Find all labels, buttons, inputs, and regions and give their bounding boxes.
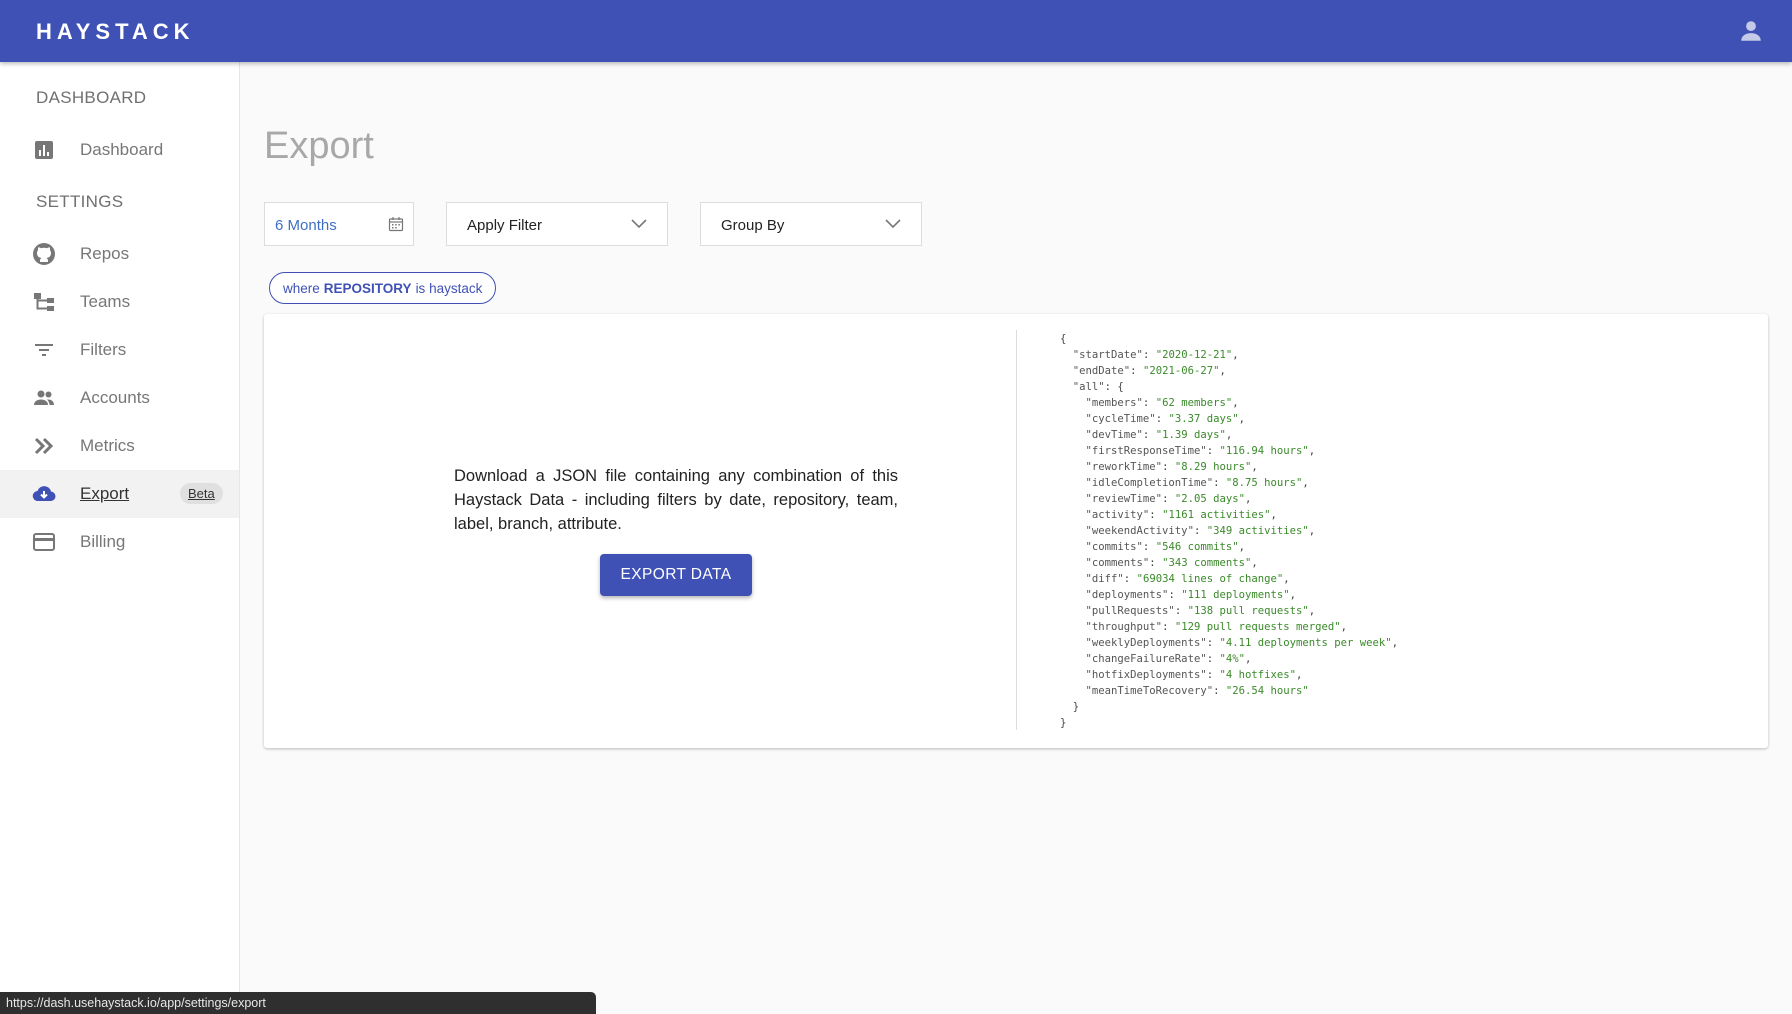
group-by-select[interactable]: Group By	[700, 202, 922, 246]
json-preview: { "startDate": "2020-12-21", "endDate": …	[1060, 331, 1398, 731]
sidebar-item-export[interactable]: Export Beta	[0, 470, 239, 518]
json-key-line: "pullRequests": "138 pull requests",	[1085, 605, 1316, 617]
json-key-line: "firstResponseTime": "116.94 hours",	[1085, 445, 1316, 457]
sidebar-item-accounts[interactable]: Accounts	[0, 374, 239, 422]
cloud-download-icon	[32, 482, 56, 506]
filter-chip-prefix: where	[283, 280, 320, 296]
export-description: Download a JSON file containing any comb…	[454, 467, 898, 533]
json-key-line: "commits": "546 commits",	[1085, 541, 1245, 553]
sidebar-section-dashboard: DASHBOARD	[36, 88, 147, 107]
sidebar-item-dashboard[interactable]: Dashboard	[0, 126, 239, 174]
beta-badge: Beta	[180, 483, 223, 504]
sidebar-item-label: Dashboard	[80, 140, 164, 159]
credit-card-icon	[32, 530, 56, 554]
json-key-line: "startDate": "2020-12-21",	[1072, 349, 1239, 361]
sidebar-section-settings: SETTINGS	[36, 192, 124, 211]
json-key-line: "cycleTime": "3.37 days",	[1085, 413, 1246, 425]
date-range-picker[interactable]: 6 Months	[264, 202, 414, 246]
filter-chip-field: REPOSITORY	[323, 280, 412, 296]
sidebar-item-label: Repos	[80, 244, 130, 263]
sidebar-item-teams[interactable]: Teams	[0, 278, 239, 326]
json-key-line: "changeFailureRate": "4%",	[1085, 653, 1252, 665]
json-open-line: {	[1060, 333, 1067, 345]
json-key-line: "meanTimeToRecovery": "26.54 hours"	[1085, 685, 1309, 697]
sidebar-item-label: Metrics	[80, 436, 135, 455]
sidebar-item-billing[interactable]: Billing	[0, 518, 239, 566]
json-key-line: "idleCompletionTime": "8.75 hours",	[1085, 477, 1309, 489]
apply-filter-select[interactable]: Apply Filter	[446, 202, 668, 246]
date-range-value: 6 Months	[275, 217, 337, 234]
group-by-label: Group By	[721, 217, 785, 234]
json-close-line: }	[1072, 701, 1080, 713]
json-key-line: "activity": "1161 activities",	[1085, 509, 1277, 521]
json-key-line: "deployments": "111 deployments",	[1085, 589, 1297, 601]
sidebar-item-label: Accounts	[80, 388, 150, 407]
sidebar-item-filters[interactable]: Filters	[0, 326, 239, 374]
sidebar: DASHBOARD Dashboard SETTINGS Repos Teams…	[0, 62, 240, 1014]
user-icon[interactable]	[1738, 18, 1764, 44]
sidebar-item-label: Export	[80, 484, 130, 503]
sidebar-item-label: Filters	[80, 340, 127, 359]
json-key-line: "reworkTime": "8.29 hours",	[1085, 461, 1258, 473]
sidebar-item-label: Teams	[80, 292, 131, 311]
hierarchy-icon	[32, 290, 56, 314]
chevron-down-icon	[631, 219, 647, 229]
sidebar-item-label: Billing	[80, 532, 126, 551]
top-app-bar: HAYSTACK	[0, 0, 1792, 62]
bar-chart-icon	[32, 138, 56, 162]
json-key-line: "weeklyDeployments": "4.11 deployments p…	[1085, 637, 1399, 649]
json-key-line: "members": "62 members",	[1085, 397, 1239, 409]
page-title: Export	[264, 125, 374, 167]
json-key-line: "all": {	[1072, 381, 1124, 393]
filter-icon	[32, 338, 56, 362]
json-key-line: "weekendActivity": "349 activities",	[1085, 525, 1316, 537]
filter-chip-suffix: is haystack	[415, 280, 483, 296]
card-divider	[1016, 330, 1017, 730]
json-key-line: "comments": "343 comments",	[1085, 557, 1258, 569]
double-chevron-icon	[32, 434, 56, 458]
calendar-icon[interactable]	[388, 216, 404, 232]
export-card: Download a JSON file containing any comb…	[264, 314, 1768, 748]
json-close-line: }	[1060, 717, 1067, 729]
haystack-logo[interactable]: HAYSTACK	[36, 19, 195, 45]
sidebar-item-repos[interactable]: Repos	[0, 230, 239, 278]
sidebar-item-metrics[interactable]: Metrics	[0, 422, 239, 470]
json-key-line: "throughput": "129 pull requests merged"…	[1085, 621, 1348, 633]
json-key-line: "diff": "69034 lines of change",	[1085, 573, 1290, 585]
status-bar-url: https://dash.usehaystack.io/app/settings…	[0, 992, 596, 1014]
active-filter-chip[interactable]: where REPOSITORY is haystack	[269, 272, 497, 304]
apply-filter-label: Apply Filter	[467, 217, 543, 234]
export-data-button[interactable]: EXPORT DATA	[600, 554, 752, 596]
json-key-line: "devTime": "1.39 days",	[1085, 429, 1233, 441]
json-key-line: "reviewTime": "2.05 days",	[1085, 493, 1252, 505]
github-icon	[32, 242, 56, 266]
json-key-line: "endDate": "2021-06-27",	[1072, 365, 1226, 377]
json-key-line: "hotfixDeployments": "4 hotfixes",	[1085, 669, 1303, 681]
people-icon	[32, 386, 56, 410]
chevron-down-icon	[885, 219, 901, 229]
